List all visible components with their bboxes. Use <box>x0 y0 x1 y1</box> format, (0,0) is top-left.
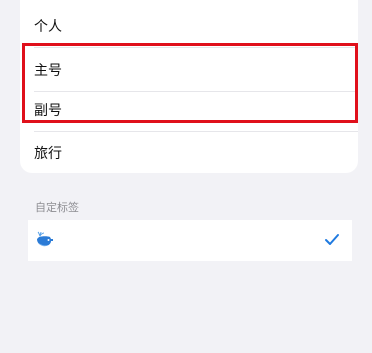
tag-item-travel[interactable]: 旅行 <box>34 131 358 175</box>
checkmark-icon <box>324 232 340 246</box>
highlight-annotation <box>22 43 358 123</box>
custom-tags-header: 自定标签 <box>35 201 79 214</box>
custom-tags-group <box>28 220 352 261</box>
custom-tag-item[interactable] <box>28 220 352 261</box>
whale-icon <box>34 230 54 250</box>
tag-item-personal[interactable]: 个人 <box>34 4 358 48</box>
tag-item-label: 旅行 <box>34 146 62 162</box>
tag-item-label: 个人 <box>34 19 62 35</box>
